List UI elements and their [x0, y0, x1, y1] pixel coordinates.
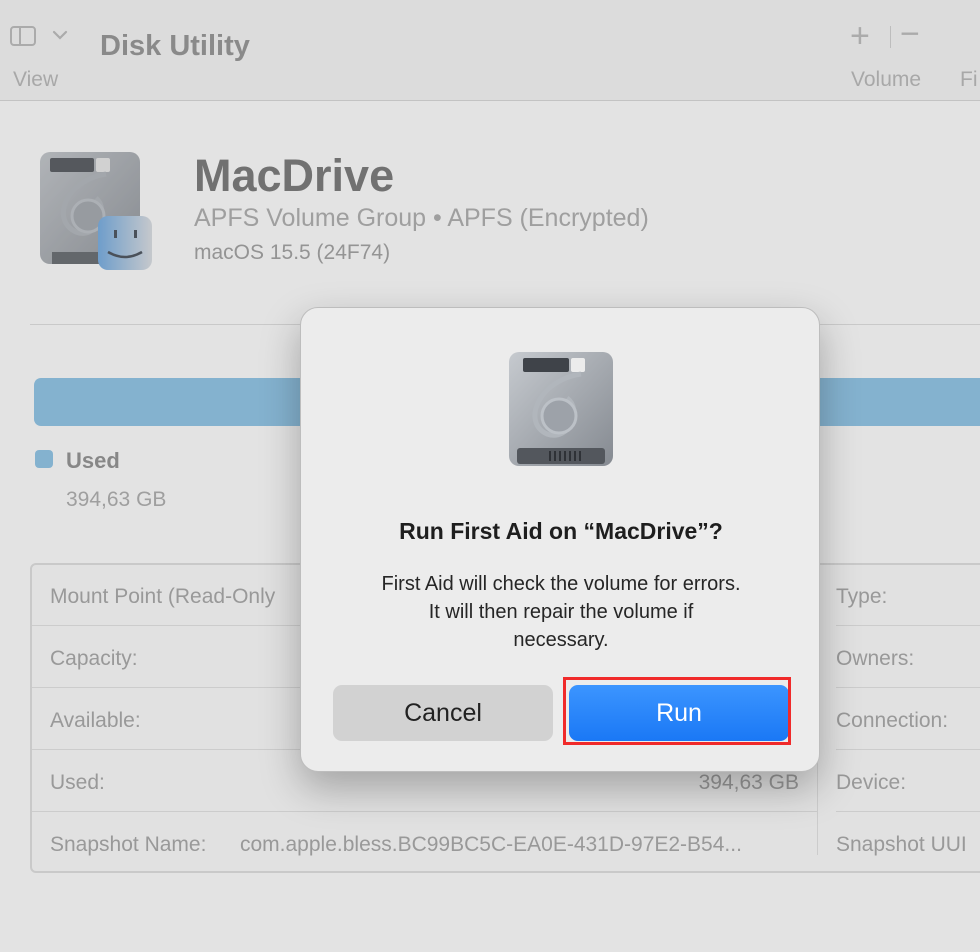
dialog-title: Run First Aid on “MacDrive”? [399, 518, 723, 544]
hard-drive-icon [503, 348, 619, 470]
first-aid-dialog: Run First Aid on “MacDrive”? First Aid w… [300, 307, 820, 772]
dialog-message-line: First Aid will check the volume for erro… [381, 573, 741, 595]
dialog-message-line: It will then repair the volume if [428, 601, 694, 623]
dialog-message-line: necessary. [513, 629, 609, 651]
cancel-button[interactable]: Cancel [333, 685, 553, 741]
dialog-message: First Aid will check the volume for erro… [331, 570, 791, 654]
run-button[interactable]: Run [569, 685, 789, 741]
